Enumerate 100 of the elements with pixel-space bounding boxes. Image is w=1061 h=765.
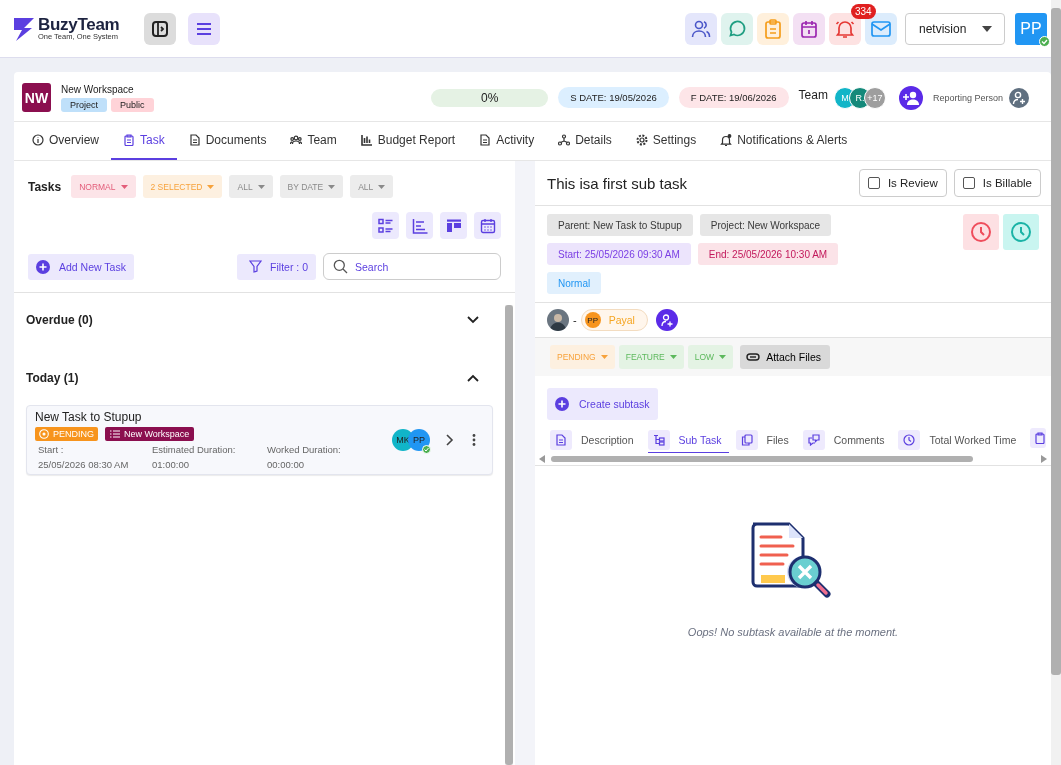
- list-view-button[interactable]: [372, 212, 399, 239]
- gantt-view-button[interactable]: [406, 212, 433, 239]
- status-icon: [39, 429, 49, 439]
- tab[interactable]: Budget Report: [348, 122, 468, 160]
- calendar-icon: [800, 19, 818, 38]
- online-check-icon: [422, 445, 431, 454]
- calendar-button[interactable]: [793, 12, 825, 45]
- info-chip: Start: 25/05/2026 09:30 AM: [547, 243, 691, 265]
- scroll-right-icon[interactable]: [1041, 455, 1047, 463]
- add-task-button[interactable]: Add New Task: [28, 253, 134, 280]
- bell-icon: [835, 18, 855, 39]
- tab[interactable]: Activity: [467, 122, 547, 160]
- info-chip: End: 25/05/2026 10:30 AM: [697, 243, 839, 265]
- hierarchy-icon: [558, 134, 571, 146]
- checkbox-box[interactable]: [867, 177, 880, 189]
- tab[interactable]: Documents: [176, 122, 279, 160]
- clipboard-icon: [1034, 432, 1047, 444]
- board-icon: [445, 217, 462, 234]
- assignee-chip[interactable]: PP Payal: [580, 309, 648, 331]
- section-title: Today (1): [26, 371, 79, 385]
- plus-icon: [36, 259, 50, 274]
- create-subtask-button[interactable]: Create subtask: [547, 388, 658, 420]
- separator-dash: -: [573, 314, 577, 326]
- task-card[interactable]: New Task to Stupup PENDING New Workspace Start : 25/05/2026 08:30 AM Estimated Duration: 01:00:00 Worked Duration: 00:00:00 MK PP: [26, 405, 493, 475]
- open-arrow-button[interactable]: [444, 432, 456, 448]
- user-photo-avatar: [547, 309, 569, 331]
- clipboard-button[interactable]: [757, 12, 789, 45]
- calendar-view-button[interactable]: [474, 212, 501, 239]
- chevron-right-icon: [446, 434, 454, 446]
- board-view-button[interactable]: [440, 212, 467, 239]
- chat-icon: [727, 18, 747, 39]
- tab[interactable]: Notifications & Alerts: [708, 122, 860, 160]
- start-date: S DATE: 19/05/2026: [558, 87, 669, 108]
- project-badge: New Workspace: [105, 427, 195, 441]
- plus-icon: [555, 397, 569, 411]
- search-field[interactable]: Search: [323, 253, 501, 280]
- paperclip-icon: [746, 353, 761, 361]
- caret-icon: [669, 355, 677, 359]
- caret-icon: [120, 184, 128, 189]
- collapse-toggle[interactable]: [465, 372, 481, 384]
- menu-button[interactable]: [188, 12, 220, 45]
- workspace-select[interactable]: netvision: [905, 12, 1005, 45]
- field-value: 01:00:00: [152, 459, 190, 470]
- chat-button[interactable]: [721, 12, 753, 45]
- add-person-icon: [1012, 90, 1026, 105]
- attach-files-button[interactable]: Attach Files: [740, 345, 830, 369]
- caret-icon: [719, 355, 727, 359]
- scrollbar[interactable]: [535, 453, 1051, 466]
- checkbox[interactable]: Is Billable: [953, 169, 1041, 197]
- files-icon: [740, 434, 753, 446]
- clock-icon: [970, 221, 992, 243]
- scrollbar[interactable]: [505, 305, 513, 765]
- field-label: Start :: [38, 444, 65, 455]
- subtab[interactable]: Files: [735, 428, 796, 453]
- scrollbar[interactable]: [1051, 0, 1061, 765]
- clock-icon: [1010, 221, 1032, 243]
- caret-icon: [982, 25, 992, 32]
- empty-state-message: Oops! No subtask available at the moment.: [687, 626, 899, 638]
- add-assignee-button[interactable]: [655, 309, 678, 331]
- checkbox-box[interactable]: [962, 177, 975, 189]
- info-icon: [32, 134, 44, 146]
- tab[interactable]: Details: [546, 122, 624, 160]
- clock-icon: [903, 434, 916, 446]
- more-options-button[interactable]: [470, 432, 478, 448]
- collapse-toggle[interactable]: [465, 314, 481, 326]
- list-icon: [110, 430, 120, 438]
- logo-icon: [12, 15, 36, 42]
- chevron-down-icon: [467, 316, 479, 324]
- tab[interactable]: Team: [278, 122, 349, 160]
- caret-icon: [600, 355, 608, 359]
- clock-button[interactable]: [963, 214, 999, 250]
- people-icon: [691, 18, 711, 39]
- tab[interactable]: Settings: [623, 122, 709, 160]
- add-member-button[interactable]: [898, 85, 923, 110]
- field-value: 25/05/2026 08:30 AM: [38, 459, 130, 470]
- sidebar-icon: [151, 19, 169, 38]
- tab[interactable]: Overview: [20, 122, 111, 160]
- reporting-person-label: Reporting Person: [932, 92, 1003, 103]
- subtab[interactable]: Total Worked Time: [898, 428, 1024, 453]
- sidebar-toggle-button[interactable]: [144, 12, 176, 45]
- tasks-title: Tasks: [28, 179, 62, 194]
- checkbox[interactable]: Is Review: [858, 169, 947, 197]
- bell-icon: [720, 134, 733, 146]
- mail-icon: [871, 20, 891, 37]
- status-badge: PENDING: [35, 427, 98, 441]
- subtab[interactable]: Comments: [802, 428, 892, 453]
- assignee-initials: PP: [584, 312, 601, 328]
- people-icon: [290, 134, 303, 146]
- more-icon: [472, 434, 476, 446]
- scroll-left-icon[interactable]: [539, 455, 545, 463]
- add-person-icon: [660, 313, 673, 327]
- info-chip: Project: New Workspace: [699, 214, 832, 236]
- people-button[interactable]: [685, 12, 717, 45]
- menu-icon: [196, 21, 212, 36]
- filter-button[interactable]: Filter : 0: [237, 253, 316, 280]
- subtab[interactable]: Description: [550, 428, 641, 453]
- workspace-name: New Workspace: [61, 83, 135, 95]
- task-title: New Task to Stupup: [35, 410, 143, 424]
- add-reporting-person-button[interactable]: [1009, 87, 1029, 108]
- subtab[interactable]: Sub Task: [647, 428, 729, 453]
